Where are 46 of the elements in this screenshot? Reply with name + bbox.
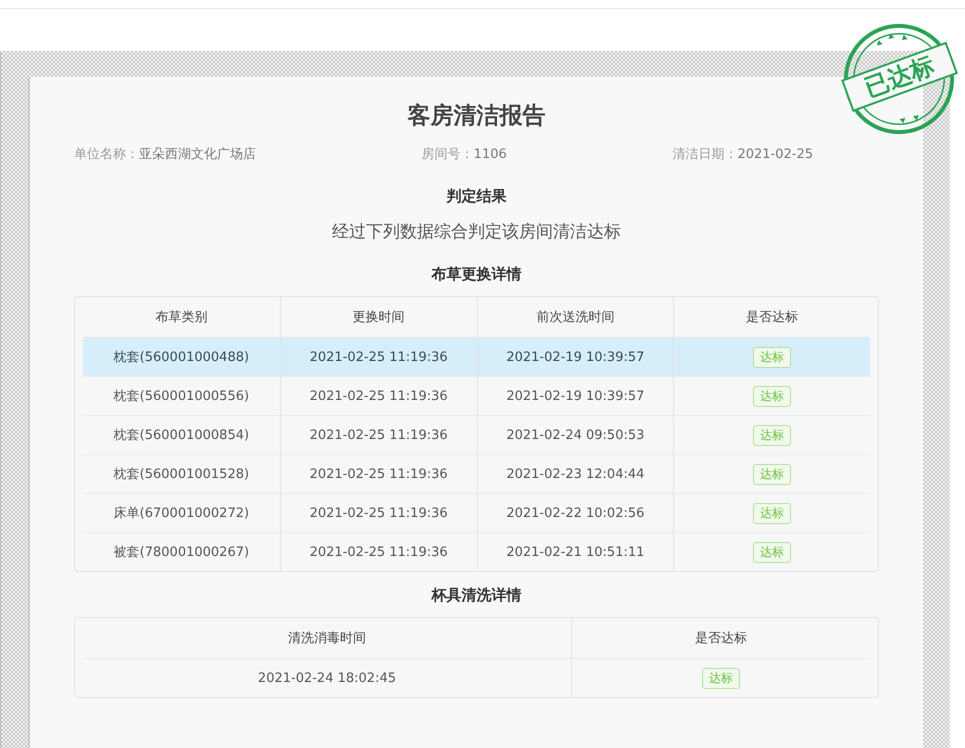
- table-cell: 2021-02-25 11:19:36: [280, 455, 476, 493]
- section-heading: 判定结果: [445, 187, 508, 206]
- table-cell: 2021-02-19 10:39:57: [476, 338, 674, 376]
- table-cell: 2021-02-22 10:02:56: [476, 494, 674, 532]
- table-cell: 2021-02-24 09:50:53: [476, 416, 674, 454]
- status-tag: 达标: [753, 386, 792, 406]
- section-heading: 杯具清洗详情: [430, 586, 522, 605]
- table-cell-text: 枕套(560001000488): [112, 349, 250, 367]
- info-field: 房间号：1106: [422, 145, 507, 163]
- column-header: 前次送洗时间: [476, 297, 674, 337]
- column-header: 更换时间: [280, 297, 476, 337]
- status-tag: 达标: [753, 464, 792, 484]
- status-tag: 达标: [702, 668, 740, 688]
- table-cell: 2021-02-25 11:19:36: [280, 416, 476, 454]
- table-cell: 2021-02-19 10:39:57: [476, 377, 674, 415]
- status-tag: 达标: [753, 542, 792, 562]
- table-cell-text: 枕套(560001000854): [112, 427, 250, 445]
- table-row[interactable]: 2021-02-24 18:02:45 达标: [83, 659, 870, 697]
- table-row[interactable]: 枕套(560001000556) 2021-02-25 11:19:36 2021-02-19 10:39:57 达标: [83, 377, 870, 416]
- column-header: 清洗消毒时间: [286, 630, 367, 648]
- table-row[interactable]: 枕套(560001001528) 2021-02-25 11:19:36 2021-02-23 12:04:44 达标: [83, 455, 870, 494]
- table-row[interactable]: 被套(780001000267) 2021-02-25 11:19:36 2021-02-21 10:51:11 达标: [83, 533, 870, 571]
- info-field: 清洁日期：2021-02-25: [672, 145, 813, 163]
- table-cell: 2021-02-21 10:51:11: [476, 533, 674, 571]
- table-cell: 2021-02-25 11:19:36: [280, 377, 476, 415]
- table-row[interactable]: 床单(670001000272) 2021-02-25 11:19:36 2021-02-22 10:02:56 达标: [83, 494, 870, 533]
- status-tag: 达标: [753, 346, 792, 368]
- column-header: 是否达标: [570, 618, 870, 658]
- column-header: 是否达标: [673, 297, 870, 337]
- column-header: 布草类别: [154, 309, 208, 327]
- verdict-text: 经过下列数据综合判定该房间清洁达标: [331, 221, 622, 243]
- section-heading: 布草更换详情: [430, 265, 522, 284]
- table-cell: 2021-02-23 12:04:44: [476, 455, 674, 493]
- info-field: 单位名称：亚朵西湖文化广场店: [74, 145, 256, 163]
- table-cell-text: 床单(670001000272): [112, 505, 250, 523]
- table-cell-text: 枕套(560001001528): [112, 466, 250, 484]
- table-cell-text: 2021-02-24 18:02:45: [256, 670, 397, 688]
- status-tag: 达标: [753, 424, 792, 446]
- table-cell-text: 被套(780001000267): [112, 544, 250, 562]
- table-cell: 2021-02-25 11:19:36: [280, 494, 476, 532]
- table-cell: 2021-02-25 11:19:36: [280, 338, 476, 376]
- table-row[interactable]: 枕套(560001000488) 2021-02-25 11:19:36 2021-02-19 10:39:57 达标: [83, 338, 870, 377]
- table-cell-text: 枕套(560001000556): [112, 388, 250, 406]
- table-cell: 2021-02-25 11:19:36: [280, 533, 476, 571]
- status-tag: 达标: [753, 502, 792, 524]
- table-row[interactable]: 枕套(560001000854) 2021-02-25 11:19:36 2021-02-24 09:50:53 达标: [83, 416, 870, 455]
